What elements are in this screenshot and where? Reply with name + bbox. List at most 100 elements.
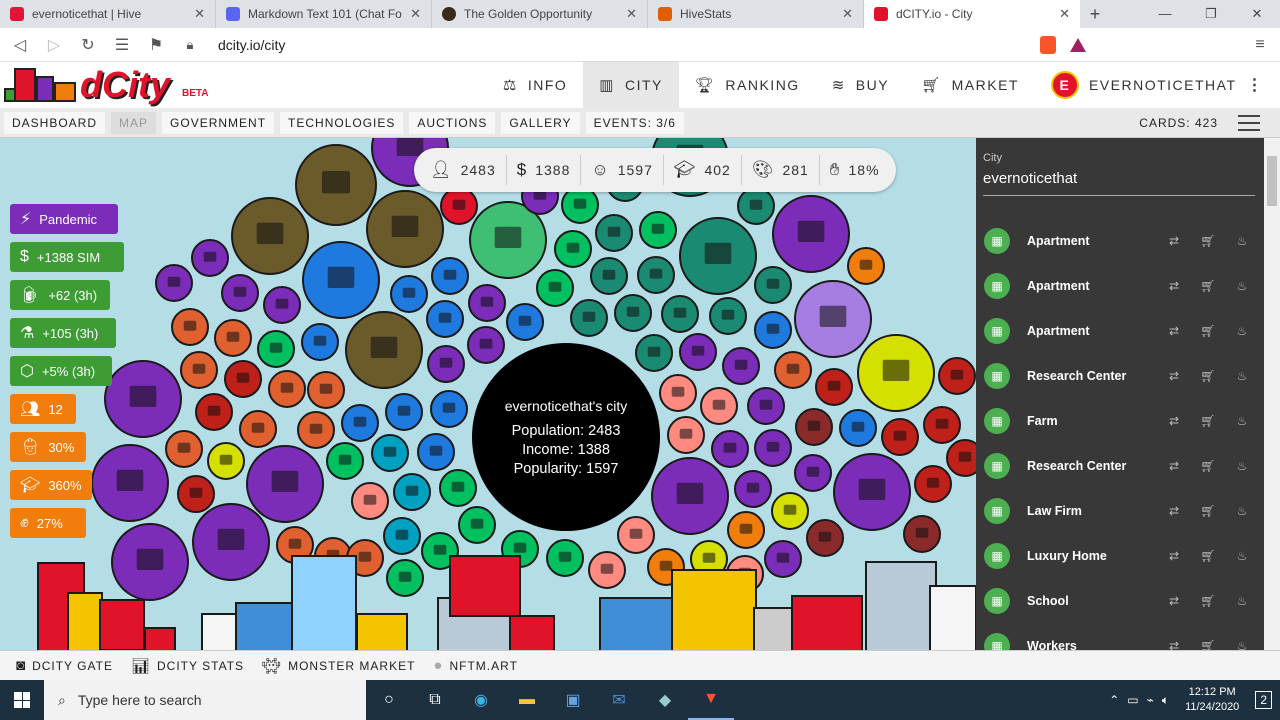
- burn-icon[interactable]: ♨: [1225, 639, 1259, 651]
- brave-rewards-icon[interactable]: [1070, 37, 1086, 52]
- effect-beer[interactable]: 🍺︎ +62 (3h): [10, 280, 110, 310]
- notifications-icon[interactable]: 2: [1255, 691, 1272, 709]
- effect-pandemic[interactable]: ⚡︎ Pandemic: [10, 204, 118, 234]
- cart-icon[interactable]: 🛒︎: [1191, 639, 1225, 651]
- cart-icon[interactable]: 🛒︎: [1191, 459, 1225, 473]
- restore-icon[interactable]: ❐: [1188, 0, 1234, 28]
- card-list-item[interactable]: ▦ Research Center ⇄ 🛒︎ ♨: [976, 443, 1264, 488]
- bookmark-icon[interactable]: ⚑: [146, 35, 166, 55]
- tab-technologies[interactable]: TECHNOLOGIES: [280, 111, 404, 134]
- new-tab-button[interactable]: +: [1080, 0, 1110, 28]
- hamburger-icon[interactable]: [1238, 114, 1260, 131]
- menu-city[interactable]: ▥ CITY: [583, 62, 679, 108]
- address-bar[interactable]: dcity.io/city: [218, 37, 1026, 53]
- cart-icon[interactable]: 🛒︎: [1191, 504, 1225, 518]
- menu-ranking[interactable]: 🏆︎ RANKING: [679, 62, 816, 108]
- cart-icon[interactable]: 🛒︎: [1191, 549, 1225, 563]
- card-list-item[interactable]: ▦ Farm ⇄ 🛒︎ ♨: [976, 398, 1264, 443]
- effect-education[interactable]: 🎓︎ 360%: [10, 470, 92, 500]
- scroll-thumb[interactable]: [1267, 156, 1277, 206]
- link-dcity-gate[interactable]: ◙ DCITY GATE: [16, 657, 113, 674]
- cart-icon[interactable]: 🛒︎: [1191, 369, 1225, 383]
- panel-scrollbar[interactable]: [1264, 138, 1280, 650]
- browser-menu-icon[interactable]: ≡: [1250, 36, 1270, 54]
- dcity-logo[interactable]: dCity BETA: [0, 62, 220, 108]
- transfer-icon[interactable]: ⇄: [1157, 324, 1191, 338]
- card-list-item[interactable]: ▦ Workers ⇄ 🛒︎ ♨: [976, 623, 1264, 650]
- battery-icon[interactable]: ▭: [1127, 693, 1138, 707]
- brave-icon[interactable]: ▼: [688, 680, 734, 720]
- card-list-item[interactable]: ▦ Luxury Home ⇄ 🛒︎ ♨: [976, 533, 1264, 578]
- reload-icon[interactable]: ↻: [78, 35, 98, 55]
- back-icon[interactable]: ◁: [10, 35, 30, 55]
- transfer-icon[interactable]: ⇄: [1157, 504, 1191, 518]
- effect-research[interactable]: ⚗ +105 (3h): [10, 318, 116, 348]
- transfer-icon[interactable]: ⇄: [1157, 414, 1191, 428]
- forward-icon[interactable]: ▷: [44, 35, 64, 55]
- card-list-item[interactable]: ▦ Apartment ⇄ 🛒︎ ♨: [976, 308, 1264, 353]
- start-button[interactable]: [0, 680, 44, 720]
- close-icon[interactable]: ✕: [410, 6, 421, 22]
- browser-tab-active[interactable]: dCITY.io - City ✕: [864, 0, 1080, 28]
- effect-employment[interactable]: 👷︎ 30%: [10, 432, 86, 462]
- chevron-up-icon[interactable]: ⌃: [1109, 693, 1119, 707]
- menu-market[interactable]: 🛒︎ MARKET: [905, 62, 1035, 108]
- close-icon[interactable]: ✕: [194, 6, 205, 22]
- city-map[interactable]: 👤︎ 2483 $1388 ☺ 1597 🎓︎ 402 🎨︎ 281 ✋︎ 18% ⚡︎ P…: [0, 138, 976, 650]
- tab-dashboard[interactable]: DASHBOARD: [4, 111, 106, 134]
- cart-icon[interactable]: 🛒︎: [1191, 594, 1225, 608]
- city-summary-bubble[interactable]: evernoticethat's city Population: 2483 I…: [472, 343, 660, 531]
- link-dcity-stats[interactable]: 📊︎ DCITY STATS: [131, 657, 244, 675]
- reader-icon[interactable]: ☰: [112, 35, 132, 55]
- transfer-icon[interactable]: ⇄: [1157, 639, 1191, 651]
- tab-gallery[interactable]: GALLERY: [501, 111, 580, 134]
- browser-tab[interactable]: HiveStats ✕: [648, 0, 864, 28]
- app-icon[interactable]: ◆: [642, 680, 688, 720]
- burn-icon[interactable]: ♨: [1225, 279, 1259, 293]
- cart-icon[interactable]: 🛒︎: [1191, 324, 1225, 338]
- volume-icon[interactable]: 🔈︎: [1162, 693, 1169, 708]
- brave-shield-icon[interactable]: [1040, 35, 1056, 54]
- browser-tab[interactable]: Markdown Text 101 (Chat Formattin✕: [216, 0, 432, 28]
- city-name-field[interactable]: evernoticethat: [983, 170, 1255, 196]
- transfer-icon[interactable]: ⇄: [1157, 369, 1191, 383]
- card-list-item[interactable]: ▦ Apartment ⇄ 🛒︎ ♨: [976, 263, 1264, 308]
- burn-icon[interactable]: ♨: [1225, 594, 1259, 608]
- burn-icon[interactable]: ♨: [1225, 504, 1259, 518]
- burn-icon[interactable]: ♨: [1225, 234, 1259, 248]
- cart-icon[interactable]: 🛒︎: [1191, 234, 1225, 248]
- browser-tab[interactable]: evernoticethat | Hive ✕: [0, 0, 216, 28]
- burn-icon[interactable]: ♨: [1225, 549, 1259, 563]
- file-explorer-icon[interactable]: ▬: [504, 680, 550, 720]
- card-list-item[interactable]: ▦ School ⇄ 🛒︎ ♨: [976, 578, 1264, 623]
- cortana-icon[interactable]: ○: [366, 680, 412, 720]
- cart-icon[interactable]: 🛒︎: [1191, 414, 1225, 428]
- effect-sim-income[interactable]: $ +1388 SIM: [10, 242, 124, 272]
- transfer-icon[interactable]: ⇄: [1157, 594, 1191, 608]
- transfer-icon[interactable]: ⇄: [1157, 279, 1191, 293]
- browser-tab[interactable]: The Golden Opportunity ✕: [432, 0, 648, 28]
- burn-icon[interactable]: ♨: [1225, 324, 1259, 338]
- effect-crime[interactable]: ✊︎ 27%: [10, 508, 86, 538]
- cart-icon[interactable]: 🛒︎: [1191, 279, 1225, 293]
- close-icon[interactable]: ✕: [842, 6, 853, 22]
- store-icon[interactable]: ▣: [550, 680, 596, 720]
- menu-info[interactable]: ⚖ INFO: [487, 62, 583, 108]
- card-list-item[interactable]: ▦ Law Firm ⇄ 🛒︎ ♨: [976, 488, 1264, 533]
- effect-workers[interactable]: 👥︎ 12: [10, 394, 76, 424]
- card-list-item[interactable]: ▦ Apartment ⇄ 🛒︎ ♨: [976, 218, 1264, 263]
- user-menu[interactable]: E EVERNOTICETHAT ⋮: [1035, 62, 1280, 108]
- transfer-icon[interactable]: ⇄: [1157, 549, 1191, 563]
- tab-auctions[interactable]: AUCTIONS: [409, 111, 496, 134]
- tab-map[interactable]: MAP: [111, 111, 157, 134]
- transfer-icon[interactable]: ⇄: [1157, 459, 1191, 473]
- link-nftm-art[interactable]: ● NFTM.ART: [433, 657, 518, 674]
- mail-icon[interactable]: ✉: [596, 680, 642, 720]
- burn-icon[interactable]: ♨: [1225, 459, 1259, 473]
- taskbar-search[interactable]: ⌕ Type here to search: [44, 680, 366, 720]
- clock[interactable]: 12:12 PM 11/24/2020: [1185, 685, 1239, 715]
- effect-bonus[interactable]: ⬡ +5% (3h): [10, 356, 112, 386]
- card-list-item[interactable]: ▦ Research Center ⇄ 🛒︎ ♨: [976, 353, 1264, 398]
- burn-icon[interactable]: ♨: [1225, 369, 1259, 383]
- close-window-icon[interactable]: ✕: [1234, 0, 1280, 28]
